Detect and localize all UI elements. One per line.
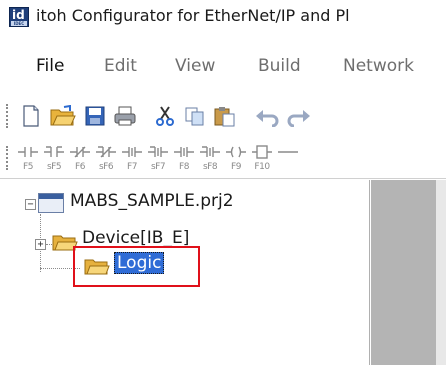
toolbar-separator (143, 104, 144, 128)
ladder-toolbar: F5 sF5 F6 sF6 F7 sF7 F8 sF8 F9 F10 (0, 140, 446, 176)
editor-pane (371, 180, 446, 365)
tree-node-device[interactable]: Device[IB_E] (82, 228, 189, 248)
open-folder-icon[interactable] (48, 101, 78, 131)
function-block-button[interactable]: F10 (250, 144, 274, 174)
highlight-annotation (73, 246, 200, 287)
expand-icon[interactable]: + (35, 239, 46, 250)
paste-icon[interactable] (210, 101, 240, 131)
collapse-icon[interactable]: − (25, 199, 36, 210)
coil-button[interactable]: F9 (224, 144, 248, 174)
menu-file[interactable]: File (36, 56, 64, 76)
menu-build[interactable]: Build (258, 56, 301, 76)
toolbar-separator (243, 104, 244, 128)
print-icon[interactable] (110, 101, 140, 131)
toolbar-divider (0, 178, 446, 179)
right-edge (436, 180, 446, 365)
window-title: itoh Configurator for EtherNet/IP and Pl (36, 6, 350, 25)
menu-network[interactable]: Network (343, 56, 414, 76)
contact-falling-branch-button[interactable]: sF8 (198, 144, 222, 174)
standard-toolbar (0, 98, 446, 134)
menu-edit[interactable]: Edit (104, 56, 137, 76)
contact-nc-branch-button[interactable]: sF6 (94, 144, 118, 174)
horizontal-line-button[interactable] (278, 144, 302, 174)
menu-bar: File Edit View Build Network (0, 50, 446, 86)
toolbar-grip[interactable] (6, 104, 9, 128)
contact-no-button[interactable]: F5 (16, 144, 40, 174)
contact-falling-button[interactable]: F8 (172, 144, 196, 174)
menu-view[interactable]: View (175, 56, 215, 76)
title-bar: id IDEC itoh Configurator for EtherNet/I… (0, 0, 446, 34)
new-file-icon[interactable] (16, 101, 46, 131)
contact-rising-branch-button[interactable]: sF7 (146, 144, 170, 174)
tree-node-project[interactable]: MABS_SAMPLE.prj2 (70, 191, 234, 211)
toolbar-separator (324, 104, 325, 128)
toolbar-grip[interactable] (6, 146, 9, 170)
cut-icon[interactable] (150, 101, 180, 131)
app-logo-icon: id IDEC (9, 7, 29, 27)
contact-nc-button[interactable]: F6 (68, 144, 92, 174)
project-icon (38, 193, 64, 213)
undo-icon[interactable] (252, 101, 282, 131)
toolbar-separator (320, 104, 321, 128)
redo-icon[interactable] (284, 101, 314, 131)
copy-icon[interactable] (180, 101, 210, 131)
contact-no-branch-button[interactable]: sF5 (42, 144, 66, 174)
save-icon[interactable] (80, 101, 110, 131)
contact-rising-button[interactable]: F7 (120, 144, 144, 174)
